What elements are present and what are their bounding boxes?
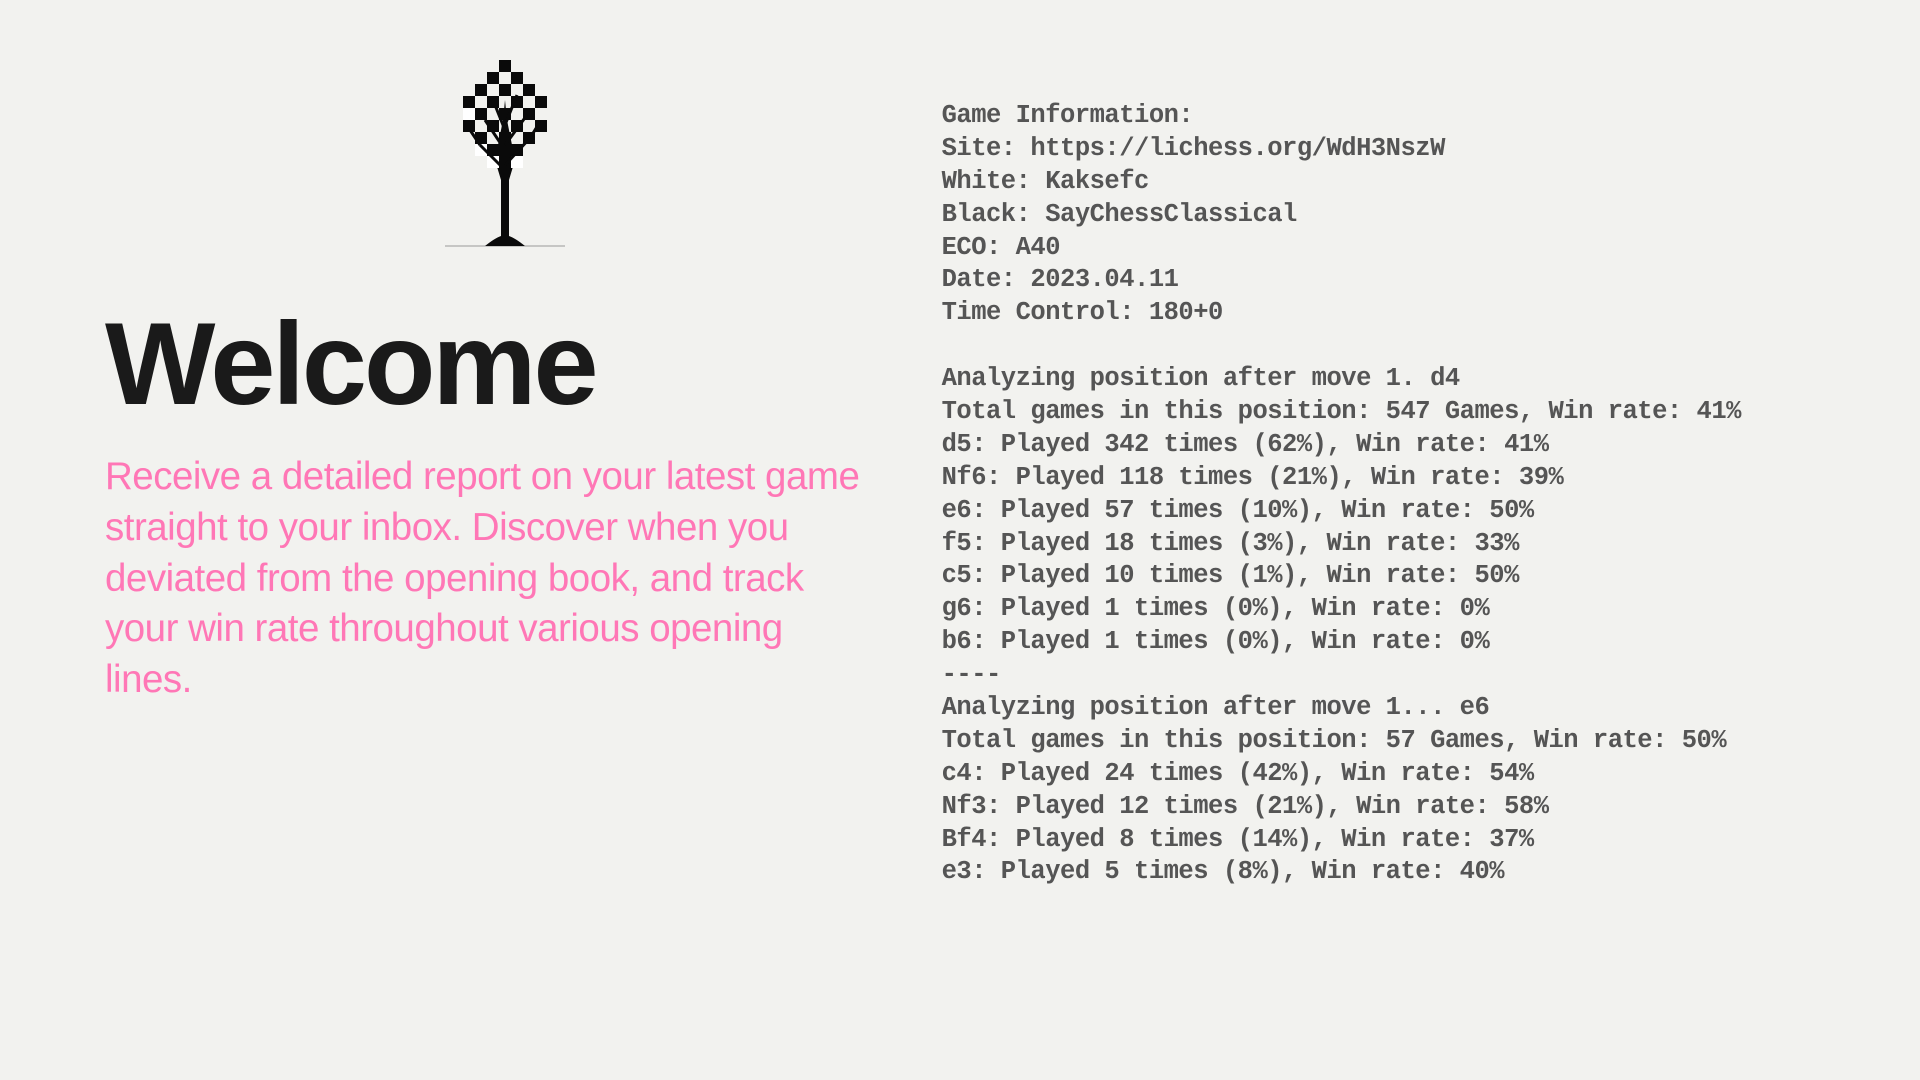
report-panel: Game Information: Site: https://lichess.… xyxy=(922,0,1920,1080)
intro-panel: Welcome Receive a detailed report on you… xyxy=(0,0,922,1080)
game-report-text: Game Information: Site: https://lichess.… xyxy=(942,100,1880,889)
page-description: Receive a detailed report on your latest… xyxy=(105,452,872,706)
page-title: Welcome xyxy=(105,305,872,422)
logo-chess-tree-icon xyxy=(445,60,872,250)
